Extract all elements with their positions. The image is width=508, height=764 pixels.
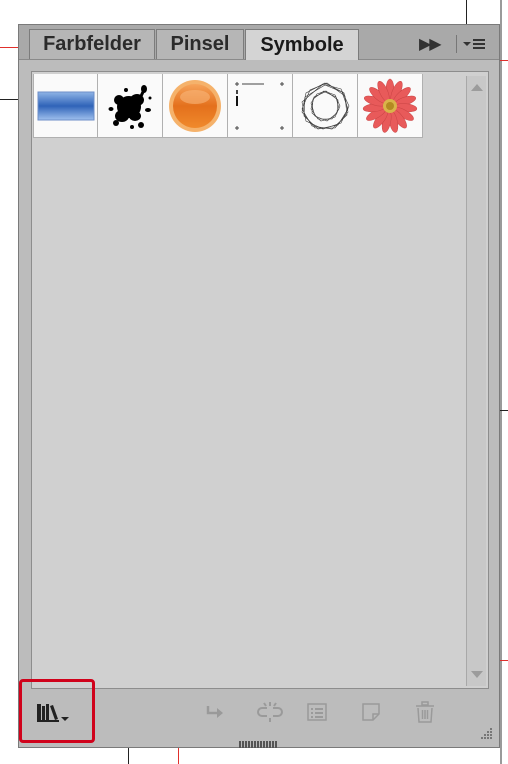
resize-corner-icon[interactable]	[479, 727, 493, 741]
symbols-list	[31, 71, 489, 689]
ruler-marks-icon	[235, 81, 284, 130]
scroll-up-arrow-icon[interactable]	[471, 84, 483, 91]
symbols-panel: Farbfelder Pinsel Symbole ▶▶	[18, 24, 500, 748]
symbol-swatch-orange-button[interactable]	[163, 74, 228, 138]
tab-pinsel[interactable]: Pinsel	[156, 29, 244, 59]
guide-line	[178, 748, 179, 764]
panel-tab-bar: Farbfelder Pinsel Symbole ▶▶	[19, 25, 499, 60]
guide-line	[500, 660, 508, 661]
vertical-scrollbar[interactable]	[466, 76, 486, 686]
orange-button-icon	[169, 79, 221, 132]
symbol-swatch-ink-splatter[interactable]	[98, 74, 163, 138]
blue-gradient-bar-icon	[37, 91, 94, 120]
new-symbol-icon	[362, 703, 380, 721]
spirograph-ring-icon	[301, 82, 350, 129]
panel-menu-icon[interactable]	[462, 39, 485, 49]
break-link-button[interactable]	[255, 701, 285, 723]
symbol-swatch-spirograph[interactable]	[293, 74, 358, 138]
crop-mark	[500, 410, 508, 411]
crop-mark	[128, 748, 129, 764]
symbol-swatch-pink-daisy[interactable]	[358, 74, 423, 138]
symbol-grid	[33, 74, 423, 138]
new-symbol-button[interactable]	[359, 701, 383, 723]
pink-daisy-flower-icon	[362, 78, 418, 133]
tab-symbole[interactable]: Symbole	[245, 29, 359, 60]
delete-symbol-button[interactable]	[413, 701, 437, 723]
tab-farbfelder[interactable]: Farbfelder	[29, 29, 155, 59]
place-symbol-instance-button[interactable]	[203, 701, 227, 723]
symbol-swatch-ruler-marks[interactable]	[228, 74, 293, 138]
delete-symbol-icon	[416, 701, 434, 723]
double-chevron-right-icon[interactable]: ▶▶	[419, 34, 442, 54]
panel-resize-grip[interactable]	[239, 735, 279, 748]
crop-mark	[466, 0, 467, 24]
break-link-icon	[257, 702, 283, 722]
place-symbol-instance-icon	[206, 706, 223, 718]
symbol-swatch-blue-gradient[interactable]	[33, 74, 98, 138]
symbol-options-button[interactable]	[305, 701, 329, 723]
panel-controls: ▶▶	[415, 31, 495, 57]
guide-line	[0, 47, 18, 48]
divider	[455, 35, 457, 53]
guide-line	[500, 60, 508, 61]
window-edge-line	[500, 0, 502, 764]
library-button-highlight	[19, 679, 95, 743]
scroll-down-arrow-icon[interactable]	[471, 671, 483, 678]
artboard-left-edge	[0, 0, 18, 764]
crop-mark	[0, 99, 18, 100]
symbol-options-icon	[307, 703, 327, 721]
ink-splatter-icon	[108, 84, 152, 129]
